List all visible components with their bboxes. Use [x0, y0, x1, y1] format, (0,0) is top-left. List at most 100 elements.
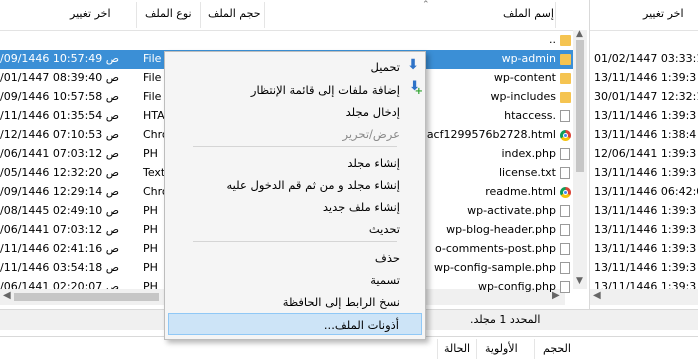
- file-icon: [560, 205, 570, 217]
- context-menu-item[interactable]: إضافة ملفات إلى قائمة الإنتظار ⬇ +: [168, 79, 423, 101]
- type-cell: PH: [143, 147, 158, 160]
- chrome-icon: [560, 187, 571, 198]
- modified-cell: 13/11/1446 06:42:0: [594, 185, 698, 198]
- context-menu-item[interactable]: أذونات الملف...: [168, 313, 422, 335]
- menu-item-label: إنشاء مجلد: [347, 156, 400, 170]
- column-header-file-type[interactable]: نوع الملف: [145, 7, 192, 20]
- table-row[interactable]: 13/11/1446 1:39:3: [590, 259, 698, 278]
- context-menu-item[interactable]: تسمية: [168, 269, 422, 291]
- table-row[interactable]: 13/11/1446 1:39:3: [590, 240, 698, 259]
- modified-cell: 29/12/1446 07:10:53 ص: [0, 128, 120, 141]
- folder-icon: [560, 35, 571, 46]
- table-row[interactable]: 13/11/1446 1:39:3: [590, 164, 698, 183]
- filename-cell: index.php: [501, 147, 556, 160]
- modified-cell: 13/11/1446 1:39:3: [594, 204, 697, 217]
- queue-column-priority[interactable]: الأولوية: [485, 342, 518, 355]
- column-divider[interactable]: [476, 339, 477, 359]
- file-icon: [560, 110, 570, 122]
- list-item[interactable]: wp-includes: [428, 88, 573, 107]
- modified-cell: 10/09/1446 10:57:58 ص: [0, 90, 120, 103]
- filename-cell: wp-admin: [501, 52, 556, 65]
- filename-cell: wp-content: [493, 71, 556, 84]
- table-row[interactable]: 13/11/1446 1:39:3: [590, 69, 698, 88]
- modified-cell: 10/09/1446 10:57:49 ص: [0, 52, 120, 65]
- column-divider[interactable]: [200, 2, 201, 28]
- table-row[interactable]: 13/11/1446 1:39:3: [590, 107, 698, 126]
- table-row[interactable]: 01/02/1447 03:33:1: [590, 50, 698, 69]
- modified-cell: 04/08/1445 02:49:10 ص: [0, 204, 120, 217]
- modified-cell: 13/11/1446 1:39:3: [594, 261, 697, 274]
- list-item[interactable]: ..: [428, 31, 573, 50]
- column-divider[interactable]: [264, 2, 265, 28]
- table-row[interactable]: 12/06/1441 1:39:3: [590, 145, 698, 164]
- scroll-left-icon[interactable]: ◀: [593, 290, 601, 301]
- local-file-list: اخر تغيير 01/02/1447 03:33:1 13/11/1446 1…: [589, 0, 698, 309]
- menu-item-label: حذف: [374, 251, 400, 265]
- local-horizontal-scrollbar[interactable]: ◀: [590, 289, 698, 305]
- file-icon: [560, 224, 570, 236]
- modified-cell: 12/06/1441 07:03:12 ص: [0, 147, 120, 160]
- table-row[interactable]: 13/11/1446 1:38:4: [590, 126, 698, 145]
- table-row[interactable]: 13/11/1446 1:39:3: [590, 221, 698, 240]
- list-item[interactable]: license.txt: [428, 164, 573, 183]
- type-cell: Text: [143, 166, 166, 179]
- list-item[interactable]: wp-activate.php: [428, 202, 573, 221]
- context-menu-item[interactable]: حذف: [168, 247, 422, 269]
- filename-cell: wp-config.php: [477, 280, 556, 293]
- context-menu-item[interactable]: نسخ الرابط إلى الحافظة: [168, 291, 422, 313]
- table-row[interactable]: [590, 31, 698, 50]
- table-row[interactable]: 13/11/1446 1:39:3: [590, 202, 698, 221]
- scroll-down-icon[interactable]: ▼: [576, 276, 583, 286]
- filename-cell: readme.html: [485, 185, 556, 198]
- queue-column-size[interactable]: الحجم: [543, 342, 571, 355]
- type-cell: PH: [143, 204, 158, 217]
- modified-cell: 13/11/1446 1:39:3: [594, 223, 697, 236]
- modified-cell: 13/11/1446 1:39:3: [594, 109, 697, 122]
- filename-cell: license.txt: [498, 166, 556, 179]
- file-icon: [560, 243, 570, 255]
- file-icon: [560, 262, 570, 274]
- column-divider[interactable]: [534, 339, 535, 359]
- context-menu-item[interactable]: إنشاء مجلد: [168, 152, 422, 174]
- filename-cell: o-comments-post.php: [434, 242, 556, 255]
- list-item[interactable]: acf1299576b2728.html: [427, 126, 573, 145]
- plus-icon: +: [414, 86, 423, 97]
- scroll-thumb[interactable]: [576, 40, 584, 172]
- list-item[interactable]: readme.html: [428, 183, 573, 202]
- context-menu-item[interactable]: تحميل ⬇: [168, 56, 422, 78]
- scroll-left-icon[interactable]: ◀: [3, 290, 11, 301]
- context-menu-item[interactable]: إنشاء مجلد و من ثم قم الدخول عليه: [168, 174, 422, 196]
- list-item[interactable]: wp-admin: [428, 50, 573, 69]
- table-row[interactable]: 13/11/1446 06:42:0: [590, 183, 698, 202]
- file-icon: [560, 148, 570, 160]
- list-item[interactable]: index.php: [428, 145, 573, 164]
- vertical-scrollbar[interactable]: ▲ ▼: [573, 29, 587, 289]
- list-item[interactable]: htaccess.: [428, 107, 573, 126]
- list-item[interactable]: wp-content: [428, 69, 573, 88]
- table-row[interactable]: 30/01/1447 12:32:1: [590, 88, 698, 107]
- list-item[interactable]: wp-config.php: [428, 278, 573, 297]
- column-divider[interactable]: [437, 339, 438, 359]
- filename-cell: htaccess.: [504, 109, 556, 122]
- queue-column-state[interactable]: الحالة: [444, 342, 470, 355]
- menu-item-label: إضافة ملفات إلى قائمة الإنتظار: [250, 83, 400, 97]
- list-item[interactable]: wp-blog-header.php: [428, 221, 573, 240]
- column-divider[interactable]: [555, 2, 556, 28]
- right-name-header: إسم الملف: [428, 0, 573, 31]
- column-header-file-size[interactable]: حجم الملف: [208, 7, 261, 20]
- menu-item-label: تحديث: [368, 222, 400, 236]
- menu-item-label: تحميل: [370, 60, 400, 74]
- scroll-up-icon[interactable]: ▲: [576, 29, 583, 39]
- list-item[interactable]: o-comments-post.php: [428, 240, 573, 259]
- list-item[interactable]: wp-config-sample.php: [428, 259, 573, 278]
- column-header-last-modified[interactable]: اخر تغيير: [643, 7, 684, 20]
- column-header-last-modified[interactable]: اخر تغيير: [70, 7, 111, 20]
- context-menu-item[interactable]: إنشاء ملف جديد: [168, 196, 422, 218]
- scroll-thumb[interactable]: [14, 293, 159, 301]
- context-menu-item[interactable]: إدخال مجلد: [168, 101, 422, 123]
- column-divider[interactable]: [136, 2, 137, 28]
- modified-cell: 05/01/1447 08:39:40 ص: [0, 71, 120, 84]
- context-menu-item[interactable]: تحديث: [168, 218, 422, 240]
- column-header-filename[interactable]: إسم الملف: [503, 7, 554, 20]
- context-menu: تحميل ⬇ إضافة ملفات إلى قائمة الإنتظار ⬇ + إد…: [164, 51, 426, 340]
